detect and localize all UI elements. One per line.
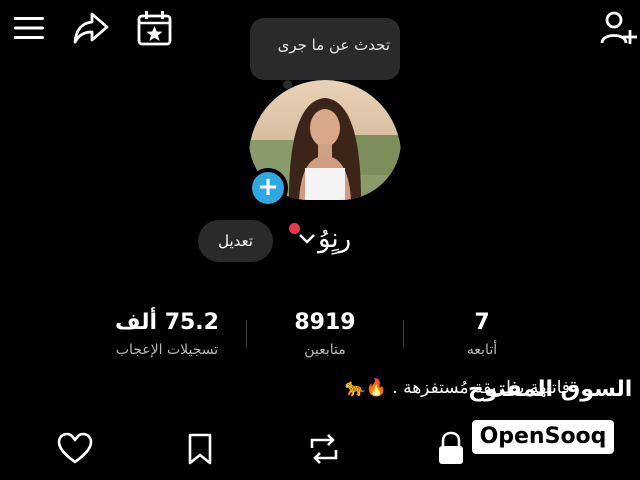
calendar-star-icon[interactable] [136,9,174,47]
menu-icon[interactable] [12,14,46,42]
stat-following-value[interactable]: 7 [412,310,552,335]
heart-icon[interactable] [57,432,93,466]
share-icon[interactable] [72,10,110,46]
watermark-english: OpenSooq [472,420,614,454]
stat-divider [403,320,404,348]
add-user-icon[interactable] [600,10,638,46]
stat-followers-value[interactable]: 8919 [255,310,395,335]
stat-following-label: أتابعه [466,342,498,358]
chevron-down-icon[interactable] [298,232,316,246]
watermark-arabic: السوق المفتوح [468,377,633,402]
stat-divider [246,320,247,348]
bookmark-icon[interactable] [186,432,214,466]
stat-likes-label: تسجيلات الإعجاب [115,342,219,358]
note-bubble-text: تحدث عن ما جرى [277,36,390,54]
edit-profile-button[interactable]: تعديل [198,220,273,262]
username[interactable]: رنٍوُ [318,224,351,254]
repost-icon[interactable] [306,432,342,466]
add-story-button[interactable]: + [252,172,284,204]
stat-likes-value[interactable]: 75.2 ألف [97,310,237,335]
lock-icon[interactable] [436,430,466,466]
stat-followers-label: متابعين [304,342,346,358]
